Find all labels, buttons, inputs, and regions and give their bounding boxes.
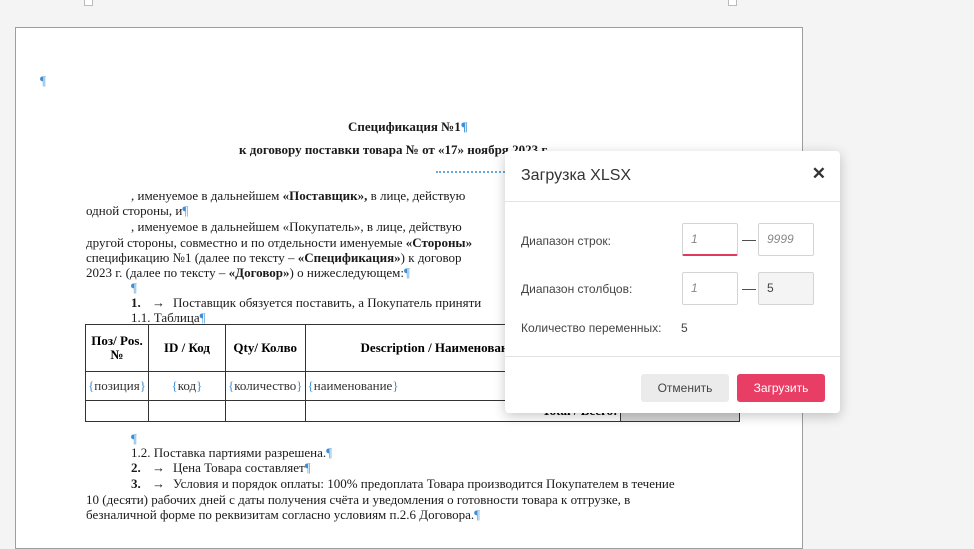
vars-count-value: 5 — [681, 321, 688, 335]
cols-range-label: Диапазон столбцов: — [521, 282, 633, 296]
paragraph-mark: ¶ — [131, 280, 137, 295]
cell-id[interactable]: {код} — [147, 371, 226, 401]
doc-subtitle[interactable]: к договору поставки товара № от «17» ноя… — [239, 142, 549, 158]
cell-pos[interactable]: {позиция} — [85, 371, 149, 401]
paragraph-buyer[interactable]: , именуемое в дальнейшем «Покупатель», в… — [131, 219, 462, 235]
page-corner-mark — [728, 0, 737, 6]
cancel-button[interactable]: Отменить — [641, 374, 729, 402]
range-dash: — — [742, 280, 756, 296]
paragraph-mark: ¶ — [40, 73, 46, 88]
rows-from-input[interactable]: 1 — [682, 223, 738, 256]
range-dash: — — [742, 231, 756, 247]
xlsx-import-dialog: Загрузка XLSX ✕ Диапазон строк: 1 — 9999… — [505, 151, 840, 413]
paragraph-line[interactable]: безналичной форме по реквизитам согласно… — [86, 507, 480, 523]
paragraph-line[interactable]: 2023 г. (далее по тексту – «Договор») о … — [86, 265, 410, 281]
cell-empty[interactable] — [224, 400, 306, 422]
cell-qty[interactable]: {количество} — [224, 371, 306, 401]
doc-title[interactable]: Спецификация №1¶ — [348, 119, 468, 135]
paragraph-line[interactable]: спецификацию №1 (далее по тексту – «Спец… — [86, 250, 462, 266]
load-button[interactable]: Загрузить — [737, 374, 825, 402]
list-item-3[interactable]: 3. → Условия и порядок оплаты: 100% предо… — [131, 476, 675, 492]
cell-empty[interactable] — [85, 400, 149, 422]
paragraph-line[interactable]: одной стороны, и¶ — [86, 203, 188, 219]
list-item-2[interactable]: 2. → Цена Товара составляет¶ — [131, 460, 311, 476]
paragraph-supplier[interactable]: , именуемое в дальнейшем «Поставщик», в … — [131, 188, 465, 204]
list-item-1-2[interactable]: 1.2. Поставка партиями разрешена.¶ — [131, 445, 332, 461]
cols-from-input[interactable]: 1 — [682, 272, 738, 305]
paragraph-line[interactable]: другой стороны, совместно и по отдельнос… — [86, 235, 472, 251]
dialog-title: Загрузка XLSX — [521, 167, 632, 184]
dotted-separator — [436, 171, 508, 173]
close-icon[interactable]: ✕ — [812, 165, 826, 183]
cell-empty[interactable] — [147, 400, 226, 422]
paragraph-line[interactable]: 10 (десяти) рабочих дней с даты получени… — [86, 492, 630, 508]
header-pos: Поз/ Pos. № — [85, 324, 149, 372]
header-id: ID / Код — [147, 324, 226, 372]
divider — [505, 201, 840, 202]
cols-to-input[interactable]: 5 — [758, 272, 814, 305]
page-corner-mark — [84, 0, 93, 6]
rows-to-input[interactable]: 9999 — [758, 223, 814, 256]
list-item-1[interactable]: 1. → Поставщик обязуется поставить, а Пок… — [131, 295, 481, 311]
divider — [505, 356, 840, 357]
header-qty: Qty/ Колво — [224, 324, 306, 372]
rows-range-label: Диапазон строк: — [521, 234, 611, 248]
vars-count-label: Количество переменных: — [521, 321, 662, 335]
